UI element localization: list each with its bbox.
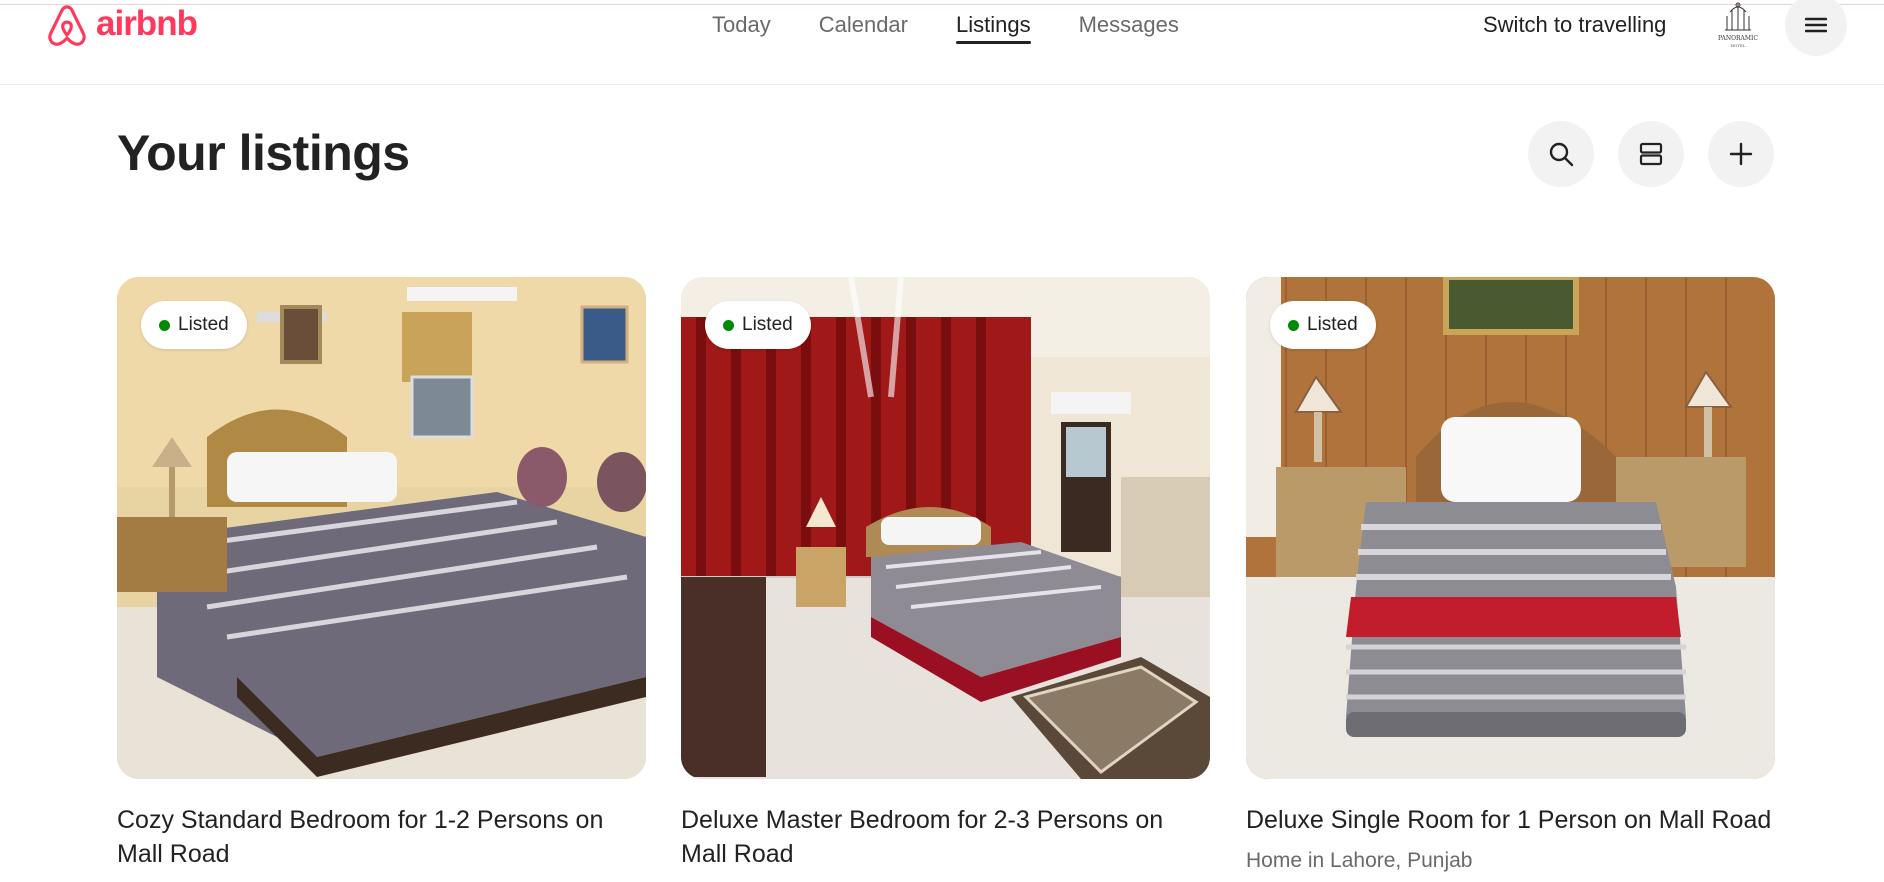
list-view-icon	[1639, 142, 1663, 166]
page-title: Your listings	[117, 125, 410, 181]
nav-listings[interactable]: Listings	[956, 10, 1031, 44]
bedroom-photo-3	[1246, 277, 1775, 779]
listing-photo[interactable]: Listed	[1246, 277, 1775, 779]
status-label: Listed	[1307, 314, 1358, 335]
panoramic-hotel-logo: PANORAMIC HOTEL	[1718, 2, 1758, 48]
nav-messages[interactable]: Messages	[1079, 10, 1179, 44]
top-header: airbnb Today Calendar Listings Messages …	[0, 0, 1884, 85]
avatar-subtext: HOTEL	[1730, 43, 1745, 48]
status-badge: Listed	[1270, 301, 1376, 349]
listing-photo[interactable]: Listed	[681, 277, 1210, 779]
plus-icon	[1729, 142, 1753, 166]
logo-wordmark: airbnb	[96, 4, 198, 43]
host-avatar[interactable]: PANORAMIC HOTEL	[1713, 0, 1763, 52]
avatar-text: PANORAMIC	[1718, 35, 1758, 42]
airbnb-logo-icon	[48, 5, 86, 46]
listing-title[interactable]: Deluxe Single Room for 1 Person on Mall …	[1246, 803, 1775, 837]
status-dot-icon	[1288, 319, 1299, 331]
list-view-toggle-button[interactable]	[1618, 121, 1684, 187]
main-menu-button[interactable]	[1785, 0, 1847, 56]
bedroom-photo-1	[117, 277, 646, 779]
main-nav: Today Calendar Listings Messages	[712, 10, 1227, 44]
listing-card[interactable]: Listed Deluxe Single Room for 1 Person o…	[1246, 277, 1775, 873]
switch-to-travelling-link[interactable]: Switch to travelling	[1483, 12, 1666, 38]
nav-today[interactable]: Today	[712, 10, 771, 44]
listing-photo[interactable]: Listed	[117, 277, 646, 779]
status-badge: Listed	[141, 301, 247, 349]
listing-title[interactable]: Deluxe Master Bedroom for 2-3 Persons on…	[681, 803, 1210, 871]
search-listings-button[interactable]	[1528, 121, 1594, 187]
listing-title[interactable]: Cozy Standard Bedroom for 1-2 Persons on…	[117, 803, 646, 871]
bedroom-photo-2	[681, 277, 1210, 779]
status-dot-icon	[159, 319, 170, 331]
search-icon	[1549, 142, 1574, 167]
status-label: Listed	[742, 314, 793, 335]
hamburger-menu-icon	[1805, 17, 1827, 33]
nav-calendar[interactable]: Calendar	[819, 10, 908, 44]
status-dot-icon	[723, 319, 734, 331]
listing-subtitle: Home in Lahore, Punjab	[1246, 849, 1473, 872]
listing-card[interactable]: Listed Deluxe Master Bedroom for 2-3 Per…	[681, 277, 1210, 871]
status-label: Listed	[178, 314, 229, 335]
listing-card[interactable]: Listed Cozy Standard Bedroom for 1-2 Per…	[117, 277, 646, 871]
status-badge: Listed	[705, 301, 811, 349]
airbnb-logo[interactable]: airbnb	[44, 4, 198, 50]
add-listing-button[interactable]	[1708, 121, 1774, 187]
